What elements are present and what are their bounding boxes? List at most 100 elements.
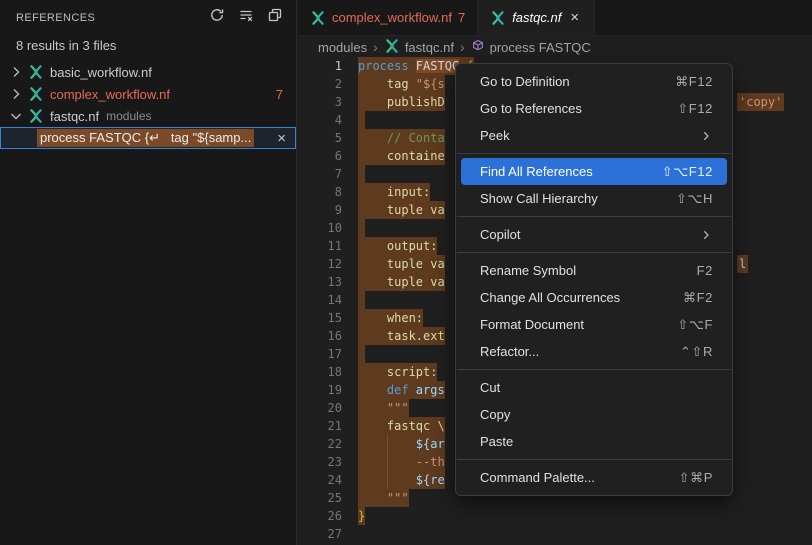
reference-result-row[interactable]: process FASTQC {↵ tag "${samp... × xyxy=(0,127,296,149)
breadcrumb: modules›fastqc.nf›process FASTQC xyxy=(298,36,812,58)
range-highlight: --th xyxy=(358,453,445,471)
file-row-complex_workflow.nf[interactable]: complex_workflow.nf7 xyxy=(0,83,296,105)
breadcrumb-item-fastqc.nf[interactable]: fastqc.nf xyxy=(384,38,454,57)
code-text[interactable]: input: xyxy=(358,183,430,201)
code-text[interactable]: tuple va xyxy=(358,255,445,273)
line-number[interactable]: 23 xyxy=(298,453,342,471)
file-name: basic_workflow.nf xyxy=(50,65,152,80)
code-text[interactable]: ${re xyxy=(358,471,445,489)
menu-item-shortcut: F2 xyxy=(697,263,713,278)
code-text[interactable]: tuple va xyxy=(358,273,445,291)
line-number[interactable]: 7 xyxy=(298,165,342,183)
nextflow-icon xyxy=(490,10,506,26)
range-highlight: tuple va xyxy=(358,255,445,273)
line-number[interactable]: 11 xyxy=(298,237,342,255)
line-number[interactable]: 10 xyxy=(298,219,342,237)
line-number[interactable]: 3 xyxy=(298,93,342,111)
menu-item-paste[interactable]: Paste xyxy=(461,428,727,455)
line-number[interactable]: 16 xyxy=(298,327,342,345)
line-number[interactable]: 1 xyxy=(298,57,342,75)
line-number[interactable]: 21 xyxy=(298,417,342,435)
dismiss-result-icon[interactable]: × xyxy=(277,131,286,146)
range-highlight: ${ar xyxy=(358,435,445,453)
nextflow-icon xyxy=(310,10,326,26)
line-number[interactable]: 8 xyxy=(298,183,342,201)
symbol-cube-icon xyxy=(471,39,485,56)
line-number[interactable]: 2 xyxy=(298,75,342,93)
code-text[interactable]: tuple va xyxy=(358,201,445,219)
line-number[interactable]: 6 xyxy=(298,147,342,165)
code-text[interactable]: } xyxy=(358,507,365,525)
menu-item-label: Paste xyxy=(480,434,513,449)
menu-item-format-document[interactable]: Format Document⇧⌥F xyxy=(461,311,727,338)
code-text[interactable]: ${ar xyxy=(358,435,445,453)
clear-all-button[interactable] xyxy=(235,7,257,29)
line-number[interactable]: 19 xyxy=(298,381,342,399)
menu-item-rename-symbol[interactable]: Rename SymbolF2 xyxy=(461,257,727,284)
line-number[interactable]: 27 xyxy=(298,525,342,543)
menu-item-cut[interactable]: Cut xyxy=(461,374,727,401)
code-text[interactable]: task.ext xyxy=(358,327,445,345)
code-token: process xyxy=(358,59,416,73)
menu-item-show-call-hierarchy[interactable]: Show Call Hierarchy⇧⌥H xyxy=(461,185,727,212)
problem-count-badge: 7 xyxy=(276,87,283,102)
menu-item-go-to-references[interactable]: Go to References⇧F12 xyxy=(461,95,727,122)
line-number[interactable]: 18 xyxy=(298,363,342,381)
collapse-all-button[interactable] xyxy=(264,7,286,29)
line-number[interactable]: 9 xyxy=(298,201,342,219)
code-text[interactable]: """ xyxy=(358,399,409,417)
menu-item-find-all-references[interactable]: Find All References⇧⌥F12 xyxy=(461,158,727,185)
submenu-arrow-icon xyxy=(699,129,713,143)
line-number[interactable]: 14 xyxy=(298,291,342,309)
breadcrumb-separator: › xyxy=(460,39,465,55)
code-token: tag xyxy=(358,77,416,91)
menu-item-copy[interactable]: Copy xyxy=(461,401,727,428)
line-number[interactable]: 17 xyxy=(298,345,342,363)
file-row-basic_workflow.nf[interactable]: basic_workflow.nf xyxy=(0,61,296,83)
code-text[interactable]: output: xyxy=(358,237,437,255)
clear-all-icon xyxy=(238,7,254,28)
code-token: "${s xyxy=(416,77,445,91)
line-number[interactable]: 15 xyxy=(298,309,342,327)
range-highlight xyxy=(358,219,365,237)
code-token: """ xyxy=(358,491,409,505)
range-highlight xyxy=(358,291,365,309)
menu-item-go-to-definition[interactable]: Go to Definition⌘F12 xyxy=(461,68,727,95)
code-text[interactable]: tag "${s xyxy=(358,75,445,93)
range-highlight: input: xyxy=(358,183,430,201)
line-number[interactable]: 24 xyxy=(298,471,342,489)
line-number[interactable]: 26 xyxy=(298,507,342,525)
line-number[interactable]: 12 xyxy=(298,255,342,273)
vscode-window: REFERENCES 8 results in 3 files basic_wo… xyxy=(0,0,812,545)
breadcrumb-item-process-fastqc[interactable]: process FASTQC xyxy=(471,39,591,56)
code-text[interactable]: script: xyxy=(358,363,437,381)
tab-close-icon[interactable]: × xyxy=(567,9,582,26)
code-text[interactable]: fastqc \ xyxy=(358,417,445,435)
breadcrumb-item-modules[interactable]: modules xyxy=(318,40,367,55)
code-text[interactable]: // Conta xyxy=(358,129,445,147)
tab-complex_workflow.nf[interactable]: complex_workflow.nf7 xyxy=(298,0,478,35)
menu-item-label: Show Call Hierarchy xyxy=(480,191,598,206)
line-number[interactable]: 22 xyxy=(298,435,342,453)
code-token: task.ext xyxy=(358,329,445,343)
line-number[interactable]: 25 xyxy=(298,489,342,507)
breadcrumb-label: process FASTQC xyxy=(490,40,591,55)
code-text[interactable]: publishD xyxy=(358,93,445,111)
menu-item-peek[interactable]: Peek xyxy=(461,122,727,149)
menu-item-copilot[interactable]: Copilot xyxy=(461,221,727,248)
menu-item-change-all-occurrences[interactable]: Change All Occurrences⌘F2 xyxy=(461,284,727,311)
line-number[interactable]: 4 xyxy=(298,111,342,129)
code-text[interactable]: def args xyxy=(358,381,445,399)
menu-item-command-palette[interactable]: Command Palette...⇧⌘P xyxy=(461,464,727,491)
line-number[interactable]: 13 xyxy=(298,273,342,291)
file-row-fastqc.nf[interactable]: fastqc.nfmodules xyxy=(0,105,296,127)
code-text[interactable]: when: xyxy=(358,309,423,327)
line-number[interactable]: 20 xyxy=(298,399,342,417)
menu-item-refactor[interactable]: Refactor...⌃⇧R xyxy=(461,338,727,365)
line-number[interactable]: 5 xyxy=(298,129,342,147)
code-text[interactable]: """ xyxy=(358,489,409,507)
tab-fastqc.nf[interactable]: fastqc.nf× xyxy=(478,0,595,35)
code-text[interactable]: containe xyxy=(358,147,445,165)
refresh-button[interactable] xyxy=(206,7,228,29)
code-text[interactable]: --th xyxy=(358,453,445,471)
